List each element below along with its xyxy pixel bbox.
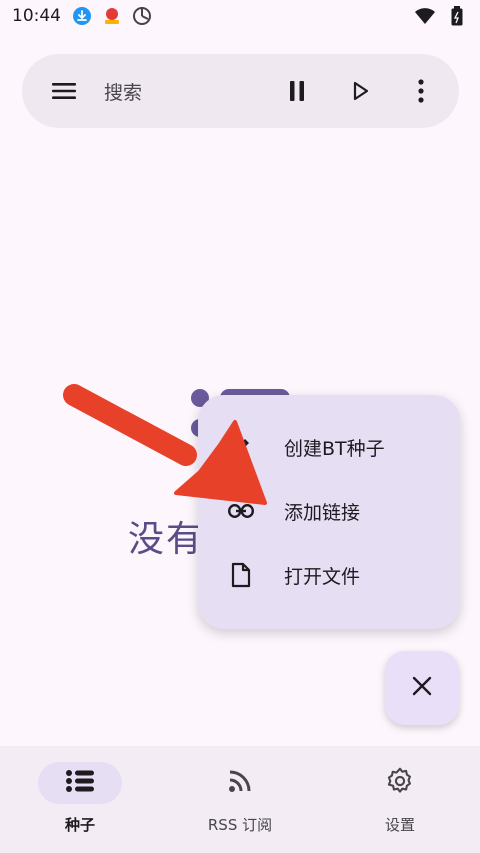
file-icon [228,562,254,588]
menu-item-label: 创建BT种子 [284,437,385,460]
nav-pill [358,762,442,804]
menu-item-label: 添加链接 [284,501,361,524]
wifi-icon [414,5,436,27]
status-bar: 10:44 [0,0,480,32]
menu-item-create-torrent[interactable]: 创建BT种子 [198,415,460,479]
menu-icon[interactable] [44,71,84,111]
app-badge-icon [101,5,123,27]
nav-label: RSS 订阅 [207,816,273,834]
close-icon [411,675,433,701]
status-icons-left [71,5,153,27]
list-icon [66,770,94,796]
menu-item-add-link[interactable]: 添加链接 [198,479,460,543]
close-fab-button[interactable] [385,651,459,725]
nav-item-settings[interactable]: 设置 [320,746,480,853]
nav-pill [198,762,282,804]
search-bar[interactable]: 搜索 [22,54,459,128]
nav-item-torrents[interactable]: 种子 [0,746,160,853]
status-time: 10:44 [12,6,61,26]
empty-state-text: 没有 [128,519,203,560]
nav-label: 设置 [384,816,415,834]
bottom-nav: 种子 RSS 订阅 设置 [0,746,480,853]
menu-item-open-file[interactable]: 打开文件 [198,543,460,607]
fab-menu: 创建BT种子 添加链接 打开文件 [198,395,460,629]
menu-item-label: 打开文件 [284,565,361,588]
search-input[interactable]: 搜索 [104,78,277,105]
gear-icon [386,767,414,799]
edit-icon [228,434,254,460]
status-icons-right [414,5,468,27]
download-icon [71,5,93,27]
nav-item-rss[interactable]: RSS 订阅 [160,746,320,853]
more-vert-icon[interactable] [401,71,441,111]
link-icon [228,498,254,524]
rss-icon [228,769,252,797]
sync-icon [131,5,153,27]
battery-icon [446,5,468,27]
nav-pill [38,762,122,804]
nav-label: 种子 [64,816,95,834]
pause-icon[interactable] [277,71,317,111]
play-icon[interactable] [341,71,381,111]
